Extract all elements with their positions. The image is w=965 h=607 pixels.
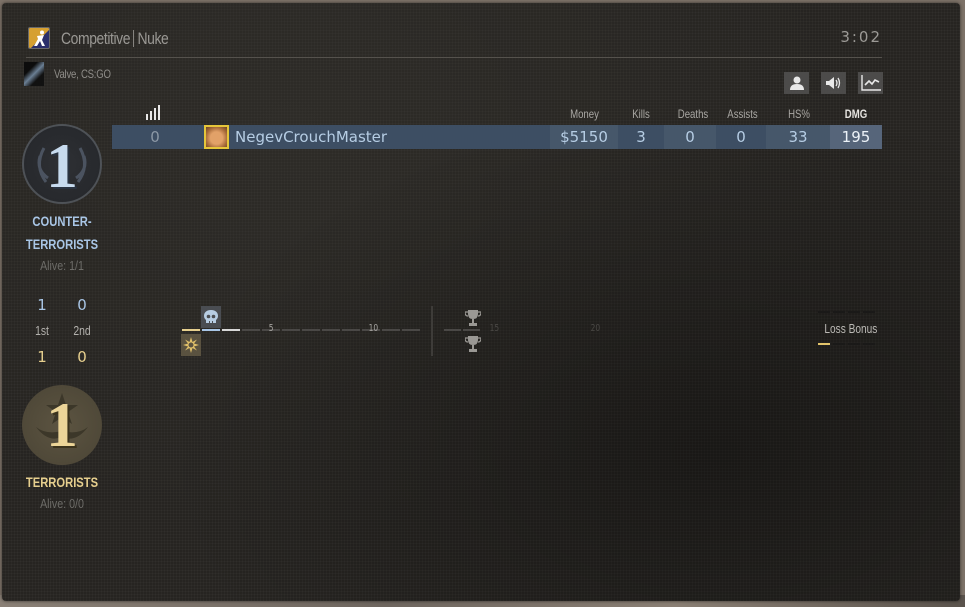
ct-team-name-line2: TERRORISTS <box>25 236 99 252</box>
half-scores: 1 0 1st 2nd 1 0 <box>22 295 102 373</box>
ct-team-name-line1: COUNTER- <box>32 213 92 229</box>
trophy-icon <box>465 336 481 352</box>
column-assists[interactable]: Assists <box>725 107 761 121</box>
speaker-icon <box>825 77 840 89</box>
column-money[interactable]: Money <box>567 107 603 121</box>
round-segment-3 <box>222 329 240 331</box>
first-half-label: 1st <box>35 323 49 338</box>
player-hs: 33 <box>766 125 830 149</box>
ct-team-name: COUNTER- TERRORISTS <box>24 210 101 256</box>
loss-bonus-pip <box>833 311 845 313</box>
loss-bonus-pip <box>833 343 845 345</box>
round-segment-12 <box>402 329 420 331</box>
loss-bonus: Loss Bonus <box>818 311 878 345</box>
t-emblem: 1 <box>22 385 102 465</box>
player-kills: 3 <box>636 128 646 146</box>
player-name[interactable]: NegevCrouchMaster <box>235 125 387 149</box>
round-segment-4 <box>242 329 260 331</box>
t-team-panel: 1 TERRORISTS Alive: 0/0 <box>14 385 110 511</box>
half-labels: 1st 2nd <box>22 321 102 347</box>
csgo-competitive-icon <box>28 27 50 49</box>
ct-emblem: 1 <box>22 124 102 204</box>
round-segment-14 <box>463 329 480 331</box>
header: Competitive Nuke 3:02 <box>26 25 882 58</box>
round-1-result[interactable] <box>181 334 201 356</box>
loss-bonus-pip <box>818 311 830 313</box>
loss-bonus-pip <box>863 343 875 345</box>
line-chart-icon <box>860 75 881 91</box>
round-segment-7 <box>302 329 320 331</box>
player-deaths: 0 <box>664 125 716 149</box>
player-assists: 0 <box>736 128 746 146</box>
ct-half-scores: 1 0 <box>22 295 102 321</box>
t-second-half: 0 <box>77 348 87 366</box>
round-segment-1 <box>182 329 200 331</box>
ct-second-half: 0 <box>77 296 87 314</box>
column-hs[interactable]: HS% <box>786 107 812 121</box>
server-name: Valve, CS:GO <box>54 67 111 81</box>
t-loss-bonus-pips <box>818 343 876 345</box>
loss-bonus-pip <box>848 311 860 313</box>
player-dmg: 195 <box>830 125 882 149</box>
bomb-explosion-icon <box>183 337 199 353</box>
player-rank: 0 <box>150 128 160 146</box>
column-kills[interactable]: Kills <box>629 107 653 121</box>
column-deaths[interactable]: Deaths <box>676 107 710 121</box>
map-label: Nuke <box>137 29 169 48</box>
round-segment-8 <box>322 329 340 331</box>
loss-bonus-pip <box>848 343 860 345</box>
tick-label-15: 15 <box>489 323 500 334</box>
t-team-name: TERRORISTS <box>25 474 99 490</box>
loss-bonus-pip <box>863 311 875 313</box>
person-icon <box>789 76 804 90</box>
round-segment-11 <box>382 329 400 331</box>
title-separator <box>133 30 135 47</box>
player-avatar[interactable] <box>204 125 229 149</box>
tick-label-5: 5 <box>268 323 274 334</box>
t-half-scores: 1 0 <box>22 347 102 373</box>
scoreboard-tools <box>784 72 883 94</box>
round-2-result[interactable] <box>201 306 221 328</box>
t-first-half: 1 <box>37 348 47 366</box>
tick-label-10: 10 <box>368 323 379 334</box>
loss-bonus-label: Loss Bonus <box>824 321 878 336</box>
round-segment-2 <box>202 329 220 331</box>
game-mode-title: Competitive Nuke <box>61 29 169 49</box>
ct-team-panel: 1 COUNTER- TERRORISTS Alive: 1/1 <box>14 124 110 273</box>
halftime-divider <box>431 306 433 356</box>
round-segment-13 <box>444 329 461 331</box>
second-half-label: 2nd <box>73 323 91 338</box>
mute-button[interactable] <box>821 72 846 94</box>
ct-loss-bonus-pips <box>818 311 876 313</box>
ct-first-half: 1 <box>37 296 47 314</box>
column-dmg[interactable]: DMG <box>843 107 869 121</box>
skull-icon <box>204 309 218 323</box>
round-segment-6 <box>282 329 300 331</box>
player-row[interactable]: 0 NegevCrouchMaster $5150 3 0 0 33 195 <box>112 125 882 149</box>
ping-bars-icon <box>146 105 160 120</box>
round-segment-9 <box>342 329 360 331</box>
t-score: 1 <box>46 389 78 460</box>
tick-label-20: 20 <box>590 323 601 334</box>
trophy-icon <box>465 310 481 326</box>
loss-bonus-pip <box>818 343 830 345</box>
stats-button[interactable] <box>858 72 883 94</box>
t-alive-count: Alive: 0/0 <box>40 496 84 511</box>
round-timer: 3:02 <box>840 28 882 46</box>
player-profile-button[interactable] <box>784 72 809 94</box>
mode-label: Competitive <box>61 29 131 48</box>
ct-score: 1 <box>46 130 78 201</box>
player-money: $5150 <box>550 125 618 149</box>
ct-alive-count: Alive: 1/1 <box>40 258 84 273</box>
server-avatar <box>24 62 44 86</box>
